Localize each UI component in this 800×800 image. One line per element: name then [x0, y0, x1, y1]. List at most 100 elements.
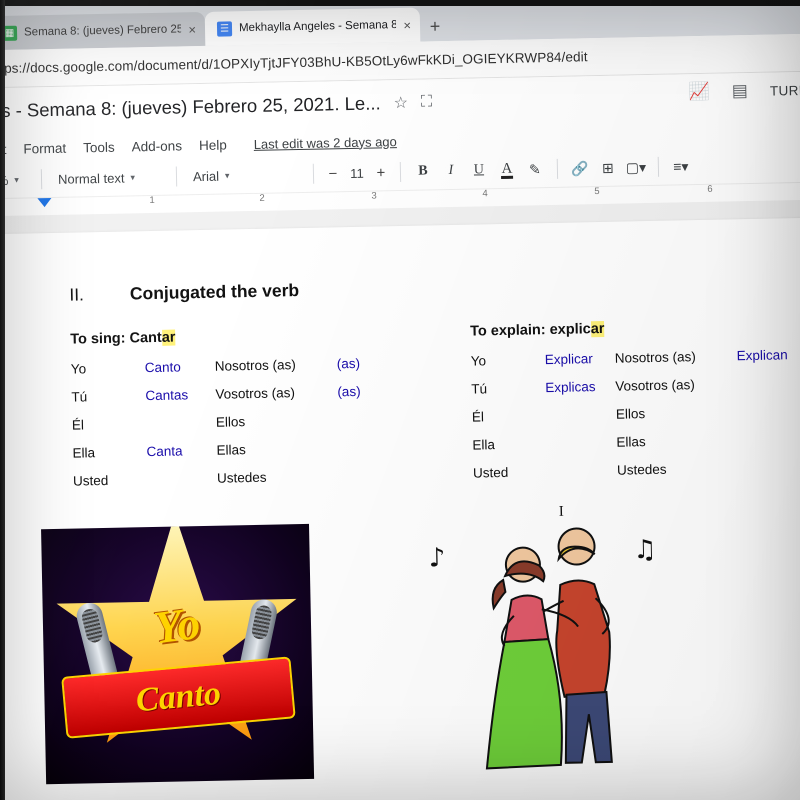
verb-form-plural: [338, 411, 408, 427]
paragraph-style-select[interactable]: Normal text ▾: [50, 164, 168, 192]
pronoun-singular: Él: [471, 409, 485, 425]
music-note-icon: ♪: [428, 543, 446, 574]
move-to-folder-icon[interactable]: ⛶: [421, 93, 433, 111]
verb-form-singular: Explicas: [545, 379, 596, 396]
browser-tab-docs[interactable]: ☰ Mekhaylla Angeles - Semana 8: ( ×: [204, 7, 421, 46]
dancing-couple-clipart[interactable]: ♪ ♫: [426, 521, 671, 776]
menu-item-format[interactable]: Format: [23, 140, 66, 156]
conjugation-table-explicar: To explain: explicar Yo Explicar Nosotro…: [470, 317, 800, 494]
table-row: Ella Canta Ellas: [72, 439, 408, 460]
turn-in-button[interactable]: TURN IN: [770, 82, 800, 98]
menu-item-addons[interactable]: Add-ons: [132, 138, 183, 154]
ruler-mark-2: 2: [259, 192, 265, 204]
section-heading-row: II. Conjugated the verb: [69, 271, 751, 306]
screen-bezel-left: [0, 0, 5, 800]
yo-canto-poster[interactable]: Yo Canto: [41, 523, 315, 785]
pronoun-singular: Tú: [471, 381, 488, 397]
pronoun-plural: Ellos: [215, 414, 246, 430]
tab-title: Semana 8: (jueves) Febrero 25, 2: [23, 23, 182, 39]
menu-item-help[interactable]: Help: [199, 137, 227, 153]
indent-marker[interactable]: [37, 198, 52, 208]
paragraph-style-value: Normal text: [57, 170, 125, 187]
table-row: Usted Ustedes: [73, 467, 409, 489]
ruler-mark-4: 4: [482, 187, 488, 199]
pronoun-plural: Nosotros (as): [214, 357, 296, 374]
verb-form-singular: [547, 463, 617, 479]
activity-chart-icon[interactable]: 📈: [688, 82, 710, 102]
verb-form-singular: [146, 415, 216, 431]
table-row: Yo Explicar Nosotros (as) Explican: [471, 347, 800, 368]
verb-form-plural: [737, 375, 800, 391]
verb-form-singular: [546, 407, 616, 423]
document-page[interactable]: II. Conjugated the verb To sing: Cantar …: [0, 217, 800, 800]
close-icon[interactable]: ×: [188, 22, 196, 37]
table-row: Ella Ellas: [472, 431, 800, 453]
verb-title-explicar: To explain: explicar: [470, 317, 800, 340]
comment-icon[interactable]: ▤: [732, 81, 748, 101]
verb-title-highlight: ar: [161, 329, 176, 346]
font-value: Arial: [192, 168, 220, 184]
text-cursor: I: [558, 503, 564, 520]
chevron-down-icon: ▾: [14, 174, 19, 185]
last-edit-status[interactable]: Last edit was 2 days ago: [254, 134, 397, 152]
page-title[interactable]: Angeles - Semana 8: (jueves) Febrero 25,…: [0, 92, 381, 123]
menu-item-tools[interactable]: Tools: [83, 139, 115, 155]
text-color-button[interactable]: A: [493, 157, 522, 184]
verb-form-plural: [738, 403, 800, 419]
pronoun-plural: Ellos: [615, 406, 646, 422]
verb-form-plural: (as): [337, 383, 361, 400]
italic-button[interactable]: I: [437, 158, 466, 185]
toolbar-divider: [556, 158, 559, 179]
conjugation-tables: To sing: Cantar Yo Canto Nosotros (as) (…: [70, 318, 788, 520]
new-tab-button[interactable]: +: [420, 11, 451, 42]
add-comment-icon[interactable]: ⊞: [594, 155, 623, 182]
font-size-input[interactable]: 11: [344, 160, 371, 187]
ruler-mark-3: 3: [371, 189, 377, 202]
pronoun-singular: Ella: [472, 437, 496, 453]
verb-title-prefix: To sing: Cant: [70, 329, 162, 348]
pronoun-plural: Vosotros (as): [215, 385, 296, 402]
photo-of-screen: × ▦ Semana 8: (jueves) Febrero 25, 2 × ☰…: [0, 0, 800, 800]
verb-form-singular: [546, 435, 616, 451]
screen-bezel-top: [0, 0, 800, 6]
document-canvas: II. Conjugated the verb To sing: Cantar …: [0, 199, 800, 800]
poster-word-yo: Yo: [151, 596, 203, 654]
table-row: Tú Explicas Vosotros (as): [471, 375, 800, 397]
pronoun-singular: Él: [71, 417, 85, 433]
conjugation-table-cantar: To sing: Cantar Yo Canto Nosotros (as) (…: [70, 325, 409, 502]
verb-form-singular: Canta: [146, 443, 183, 460]
align-left-icon[interactable]: ≡▾: [667, 153, 696, 180]
table-row: Él Ellos: [471, 403, 800, 425]
section-number: II.: [69, 284, 85, 305]
highlight-pen-icon[interactable]: ✎: [521, 156, 550, 183]
insert-image-icon[interactable]: ▢▾: [622, 154, 651, 181]
verb-form-plural: (as): [336, 355, 361, 372]
pronoun-plural: Vosotros (as): [615, 377, 695, 394]
font-select[interactable]: Arial ▾: [185, 161, 305, 189]
pronoun-singular: Usted: [72, 472, 109, 489]
insert-link-icon[interactable]: 🔗: [566, 155, 595, 182]
pronoun-plural: Nosotros (as): [614, 349, 696, 366]
star-icon[interactable]: ☆: [393, 93, 408, 113]
verb-title-cantar: To sing: Cantar: [70, 325, 406, 348]
verb-title-highlight: ar: [590, 320, 605, 338]
pronoun-plural: Ellas: [216, 442, 246, 458]
pronoun-plural: Ustedes: [616, 461, 667, 478]
close-icon[interactable]: ×: [403, 17, 411, 32]
verb-title-prefix: To explain: explic: [470, 321, 591, 340]
underline-button[interactable]: U: [465, 157, 494, 184]
decrease-font-size-button[interactable]: −: [322, 160, 345, 186]
toolbar-divider: [175, 166, 178, 187]
verb-form-singular: Cantas: [145, 387, 189, 404]
verb-form-plural: [338, 439, 408, 455]
chevron-down-icon: ▾: [130, 171, 136, 182]
toolbar-divider: [657, 156, 660, 177]
bold-button[interactable]: B: [409, 158, 438, 185]
table-row: Él Ellos: [71, 411, 408, 433]
section-heading-text: Conjugated the verb: [129, 280, 300, 304]
table-row: Yo Canto Nosotros (as) (as): [71, 355, 407, 377]
table-row: Usted Ustedes: [473, 459, 800, 481]
toolbar-divider: [40, 169, 43, 190]
increase-font-size-button[interactable]: +: [370, 159, 393, 185]
browser-tab-sheets[interactable]: ▦ Semana 8: (jueves) Febrero 25, 2 ×: [0, 11, 206, 51]
